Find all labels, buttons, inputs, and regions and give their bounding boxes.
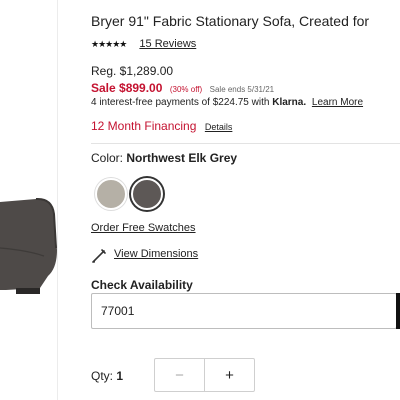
klarna-logo: Klarna. (272, 97, 307, 108)
quantity-label: Qty: 1 (91, 369, 123, 383)
color-label: Color: (91, 151, 127, 165)
reviews-link[interactable]: 15 Reviews (139, 38, 196, 50)
swatch-light-grey[interactable] (95, 178, 127, 210)
financing-offer: 12 Month Financing (91, 119, 197, 133)
color-value: Northwest Elk Grey (126, 151, 238, 165)
zip-code-input[interactable] (91, 293, 397, 329)
quantity-increase-button[interactable]: + (205, 359, 254, 391)
regular-price: Reg. $1,289.00 (91, 64, 174, 78)
color-row: Color: Northwest Elk Grey (91, 151, 237, 165)
section-divider (91, 143, 400, 144)
sale-end-date: Sale ends 5/31/21 (209, 85, 275, 94)
check-availability-label: Check Availability (91, 278, 193, 292)
view-dimensions-label: View Dimensions (114, 248, 199, 260)
rating-row: ★★★★★ 15 Reviews (91, 38, 196, 50)
rating-stars: ★★★★★ (91, 39, 127, 49)
quantity-value: 1 (116, 369, 124, 383)
financing-row: 12 Month Financing Details (91, 117, 232, 135)
installments-text: 4 interest-free payments of $224.75 with (91, 97, 270, 108)
ruler-pencil-icon (92, 249, 106, 263)
quantity-stepper: − + (154, 358, 255, 392)
sale-price-row: Sale $899.00 (30% off) Sale ends 5/31/21 (91, 79, 274, 97)
order-swatches-link[interactable]: Order Free Swatches (91, 222, 196, 234)
financing-details-link[interactable]: Details (205, 122, 233, 132)
learn-more-link[interactable]: Learn More (312, 97, 363, 108)
check-availability-button[interactable] (396, 293, 400, 329)
swatch-northwest-elk-grey[interactable] (131, 178, 163, 210)
product-title: Bryer 91" Fabric Stationary Sofa, Create… (91, 13, 370, 29)
quantity-label-text: Qty: (91, 369, 117, 383)
quantity-decrease-button[interactable]: − (155, 359, 205, 391)
sofa-product-image (0, 197, 57, 294)
sale-price: Sale $899.00 (91, 81, 163, 95)
installments-row: 4 interest-free payments of $224.75 with… (91, 97, 363, 108)
discount-percent: (30% off) (169, 85, 203, 94)
